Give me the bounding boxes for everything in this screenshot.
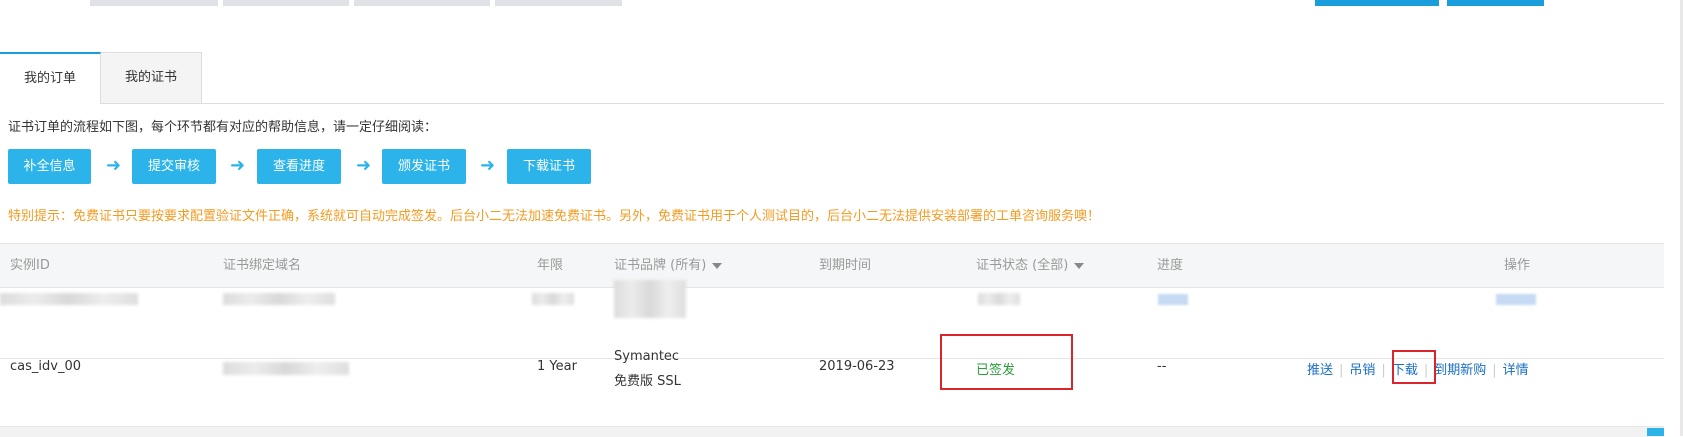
table-header: 实例ID 证书绑定域名 年限 证书品牌 (所有) 到期时间 证书状态 (全部) … xyxy=(0,243,1664,288)
col-status-label: 证书状态 (全部) xyxy=(976,258,1069,273)
col-years: 年限 xyxy=(537,258,564,273)
tab-my-orders[interactable]: 我的订单 xyxy=(0,52,101,104)
status-highlight-box xyxy=(940,334,1073,390)
redacted-brand xyxy=(614,280,686,318)
years: 1 Year xyxy=(537,359,577,374)
top-action-button-2[interactable] xyxy=(1447,0,1544,6)
bottom-accent xyxy=(1647,428,1664,436)
flow-intro-text: 证书订单的流程如下图，每个环节都有对应的帮助信息，请一定仔细阅读： xyxy=(8,120,438,135)
redacted-progress xyxy=(1158,294,1188,305)
revoke-link[interactable]: 吊销 xyxy=(1349,363,1375,378)
col-instance-id: 实例ID xyxy=(10,258,50,273)
details-link[interactable]: 详情 xyxy=(1503,363,1529,378)
caret-down-icon xyxy=(712,262,723,269)
arrow-right-icon: ➜ xyxy=(480,155,496,176)
instance-id: cas_idv_00 xyxy=(10,359,81,374)
separator: | xyxy=(1381,363,1386,378)
top-tab-4[interactable] xyxy=(495,0,622,6)
col-actions: 操作 xyxy=(1504,258,1531,273)
table-footer xyxy=(0,426,1664,437)
redacted-instance-id xyxy=(0,293,138,305)
arrow-right-icon: ➜ xyxy=(106,155,122,176)
tab-bar: 我的订单 我的证书 xyxy=(0,52,1664,104)
redacted-years xyxy=(532,293,574,305)
expiry-date: 2019-06-23 xyxy=(819,359,895,374)
col-progress: 进度 xyxy=(1157,258,1184,273)
caret-down-icon xyxy=(1074,262,1085,269)
brand-name: Symantec xyxy=(614,349,680,364)
step-submit-review[interactable]: 提交审核 xyxy=(132,149,216,184)
col-expiry: 到期时间 xyxy=(819,258,872,273)
top-tab-2[interactable] xyxy=(223,0,349,6)
redacted-actions[interactable] xyxy=(1496,294,1536,305)
redacted-domain xyxy=(223,362,349,375)
table-row xyxy=(0,280,1664,359)
step-download-certificate[interactable]: 下载证书 xyxy=(507,149,591,184)
col-brand-label: 证书品牌 (所有) xyxy=(614,258,707,273)
col-bound-domain: 证书绑定域名 xyxy=(223,258,302,273)
redacted-status xyxy=(978,293,1020,305)
progress-value: -- xyxy=(1157,359,1167,374)
top-tab-1[interactable] xyxy=(90,0,218,6)
top-tab-3[interactable] xyxy=(354,0,490,6)
arrow-right-icon: ➜ xyxy=(230,155,246,176)
step-check-progress[interactable]: 查看进度 xyxy=(257,149,341,184)
separator: | xyxy=(1492,363,1497,378)
brand-edition: 免费版 SSL xyxy=(614,374,681,389)
renew-link[interactable]: 到期新购 xyxy=(1434,363,1486,378)
top-action-button-1[interactable] xyxy=(1315,0,1439,6)
download-highlight-box xyxy=(1392,350,1436,384)
step-issue-certificate[interactable]: 颁发证书 xyxy=(382,149,466,184)
special-notice: 特别提示：免费证书只要按要求配置验证文件正确，系统就可自动完成签发。后台小二无法… xyxy=(8,209,1101,224)
push-link[interactable]: 推送 xyxy=(1307,363,1333,378)
separator: | xyxy=(1339,363,1344,378)
arrow-right-icon: ➜ xyxy=(356,155,372,176)
tab-my-certificates[interactable]: 我的证书 xyxy=(101,52,202,103)
redacted-domain xyxy=(223,293,335,305)
step-complete-info[interactable]: 补全信息 xyxy=(8,149,91,184)
col-status-filter[interactable]: 证书状态 (全部) xyxy=(976,244,1085,287)
